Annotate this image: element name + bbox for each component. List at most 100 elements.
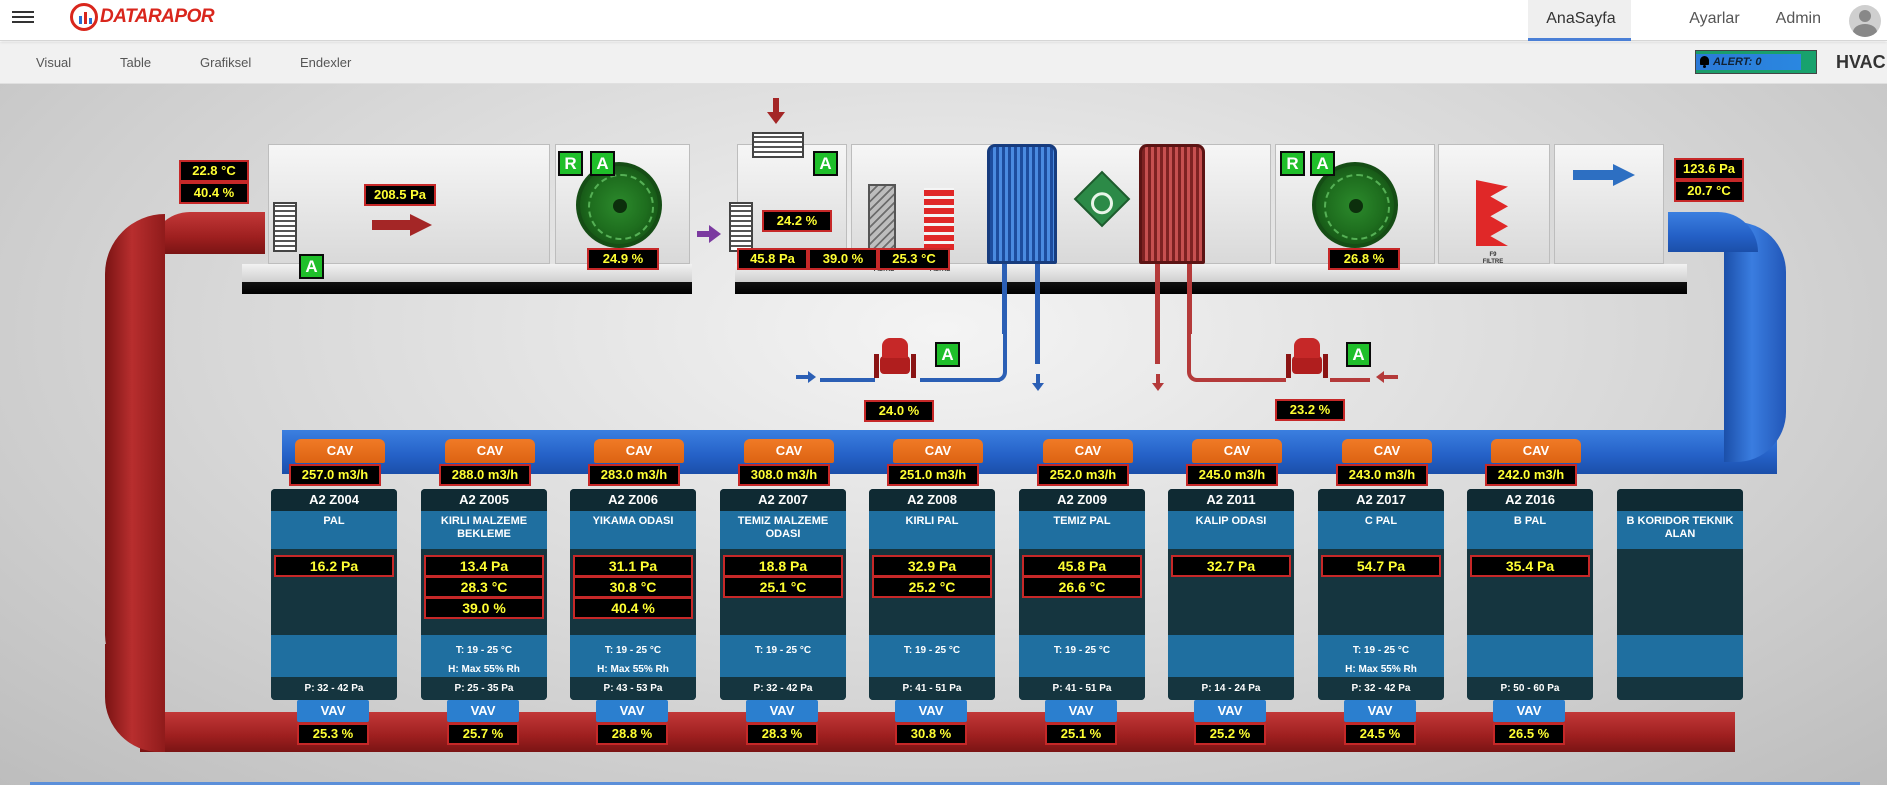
zone-limits: T: 19 - 25 °C H: Max 55% Rh <box>421 635 547 677</box>
zone-pressure-range: P: 14 - 24 Pa <box>1168 677 1294 700</box>
heating-coil-icon <box>1139 144 1205 264</box>
zone-id: A2 Z011 <box>1168 489 1294 511</box>
vav-damper-value: 28.3 % <box>746 723 818 745</box>
supply-duct-vertical <box>1724 222 1786 462</box>
cav-box[interactable]: CAV <box>893 439 983 463</box>
zone-temp-limit: T: 19 - 25 °C <box>754 645 812 656</box>
vav-box[interactable]: VAV <box>596 700 668 722</box>
zone-limits: T: 19 - 25 °C H: Max 55% Rh <box>570 635 696 677</box>
nav-ayarlar[interactable]: Ayarlar <box>1671 0 1757 41</box>
vav-box[interactable]: VAV <box>1194 700 1266 722</box>
return-air-arrow-icon <box>372 214 432 236</box>
cav-box[interactable]: CAV <box>744 439 834 463</box>
tab-visual[interactable]: Visual <box>36 55 71 70</box>
zone-card[interactable]: A2 Z011 KALIP ODASI 32.7 Pa P: 14 - 24 P… <box>1168 489 1294 700</box>
zone-card[interactable]: A2 Z004 PAL 16.2 Pa P: 32 - 42 Pa <box>271 489 397 700</box>
outside-temp-value: 22.8 °C <box>179 160 249 182</box>
zone-reading: 39.0 % <box>424 597 544 619</box>
zone-reading: 45.8 Pa <box>1022 555 1142 577</box>
zone-reading: 31.1 Pa <box>573 555 693 577</box>
vav-box[interactable]: VAV <box>746 700 818 722</box>
vav-box[interactable]: VAV <box>1045 700 1117 722</box>
filter-pressure-value: 45.8 Pa <box>737 248 808 270</box>
zone-card[interactable]: A2 Z016 B PAL 35.4 Pa P: 50 - 60 Pa <box>1467 489 1593 700</box>
ahu-discharge-section <box>1554 144 1664 264</box>
cav-flow-value: 283.0 m3/h <box>588 464 680 486</box>
zone-readings: 32.7 Pa <box>1168 549 1294 635</box>
zone-limits <box>1617 635 1743 677</box>
zone-pressure-range: P: 50 - 60 Pa <box>1467 677 1593 700</box>
supply-duct-top <box>1668 212 1758 252</box>
cav-box[interactable]: CAV <box>1491 439 1581 463</box>
tab-table[interactable]: Table <box>120 55 151 70</box>
return-duct-corner <box>105 644 165 752</box>
cav-flow-value: 252.0 m3/h <box>1037 464 1129 486</box>
mix-humidity-value: 39.0 % <box>808 248 878 270</box>
logo[interactable]: DATARAPOR <box>70 2 215 32</box>
zone-limits: T: 19 - 25 °C <box>1019 635 1145 677</box>
mix-temp-value: 25.3 °C <box>878 248 950 270</box>
zone-reading: 32.9 Pa <box>872 555 992 577</box>
avatar[interactable] <box>1849 4 1881 37</box>
cav-box[interactable]: CAV <box>445 439 535 463</box>
exhaust-damper-a-badge[interactable]: A <box>299 254 324 279</box>
tab-grafiksel[interactable]: Grafiksel <box>200 55 251 70</box>
supply-temp-value: 20.7 °C <box>1674 180 1744 202</box>
zone-temp-limit: T: 19 - 25 °C <box>1053 645 1111 656</box>
heating-valve-a-badge[interactable]: A <box>1346 342 1371 367</box>
return-fan-a-badge[interactable]: A <box>590 151 615 176</box>
cav-flow-value: 242.0 m3/h <box>1485 464 1577 486</box>
zone-reading: 13.4 Pa <box>424 555 544 577</box>
cooling-valve-icon <box>872 338 918 380</box>
alert-button[interactable]: ALERT: 0 <box>1695 50 1817 74</box>
zone-temp-limit <box>271 641 397 660</box>
zone-limits <box>271 635 397 677</box>
zone-card[interactable]: A2 Z009 TEMIZ PAL 45.8 Pa 26.6 °C T: 19 -… <box>1019 489 1145 700</box>
tab-endexler[interactable]: Endexler <box>300 55 351 70</box>
page-title: HVAC <box>1836 52 1886 72</box>
supply-fan-r-badge[interactable]: R <box>1280 151 1305 176</box>
zone-limits: T: 19 - 25 °C H: Max 55% Rh <box>1318 635 1444 677</box>
return-duct-top <box>150 212 265 254</box>
vav-box[interactable]: VAV <box>297 700 369 722</box>
cav-box[interactable]: CAV <box>295 439 385 463</box>
vav-box[interactable]: VAV <box>447 700 519 722</box>
return-fan-r-badge[interactable]: R <box>558 151 583 176</box>
vav-damper-value: 24.5 % <box>1344 723 1416 745</box>
vav-box[interactable]: VAV <box>895 700 967 722</box>
zone-name: PAL <box>271 511 397 549</box>
zone-card[interactable]: A2 Z006 YIKAMA ODASI 31.1 Pa 30.8 °C 40.4 … <box>570 489 696 700</box>
zone-id: A2 Z007 <box>720 489 846 511</box>
cav-box[interactable]: CAV <box>1043 439 1133 463</box>
cav-box[interactable]: CAV <box>1342 439 1432 463</box>
nav-admin[interactable]: Admin <box>1758 0 1839 41</box>
menu-icon[interactable] <box>12 8 34 26</box>
zone-card[interactable]: A2 Z008 KIRLI PAL 32.9 Pa 25.2 °C T: 19 -… <box>869 489 995 700</box>
zone-card[interactable]: A2 Z007 TEMIZ MALZEME ODASI 18.8 Pa 25.1 … <box>720 489 846 700</box>
cav-flow-value: 257.0 m3/h <box>289 464 381 486</box>
zone-card[interactable]: A2 Z017 C PAL 54.7 Pa T: 19 - 25 °C H: M… <box>1318 489 1444 700</box>
zone-readings <box>1617 549 1743 635</box>
cav-box[interactable]: CAV <box>594 439 684 463</box>
vav-box[interactable]: VAV <box>1493 700 1565 722</box>
zone-pressure-range <box>1617 677 1743 700</box>
zone-limits <box>1467 635 1593 677</box>
vav-box[interactable]: VAV <box>1344 700 1416 722</box>
zone-limits: T: 19 - 25 °C <box>720 635 846 677</box>
cooling-valve-a-badge[interactable]: A <box>935 342 960 367</box>
nav-anasayfa[interactable]: AnaSayfa <box>1528 0 1632 41</box>
fresh-air-a-badge[interactable]: A <box>813 151 838 176</box>
fresh-air-grille-icon <box>752 132 804 158</box>
supply-fan-a-badge[interactable]: A <box>1310 151 1335 176</box>
zone-temp-limit <box>1168 641 1294 660</box>
alert-count: ALERT: 0 <box>1713 56 1762 68</box>
cav-flow-value: 243.0 m3/h <box>1336 464 1428 486</box>
zone-id: A2 Z006 <box>570 489 696 511</box>
cav-box[interactable]: CAV <box>1192 439 1282 463</box>
zone-reading: 25.2 °C <box>872 576 992 598</box>
zone-card[interactable]: A2 Z005 KIRLI MALZEME BEKLEME 13.4 Pa 28.… <box>421 489 547 700</box>
zone-reading: 54.7 Pa <box>1321 555 1441 577</box>
zone-card[interactable]: B KORIDOR TEKNIK ALAN <box>1617 489 1743 700</box>
return-grille-icon <box>273 202 297 252</box>
zone-id: A2 Z009 <box>1019 489 1145 511</box>
